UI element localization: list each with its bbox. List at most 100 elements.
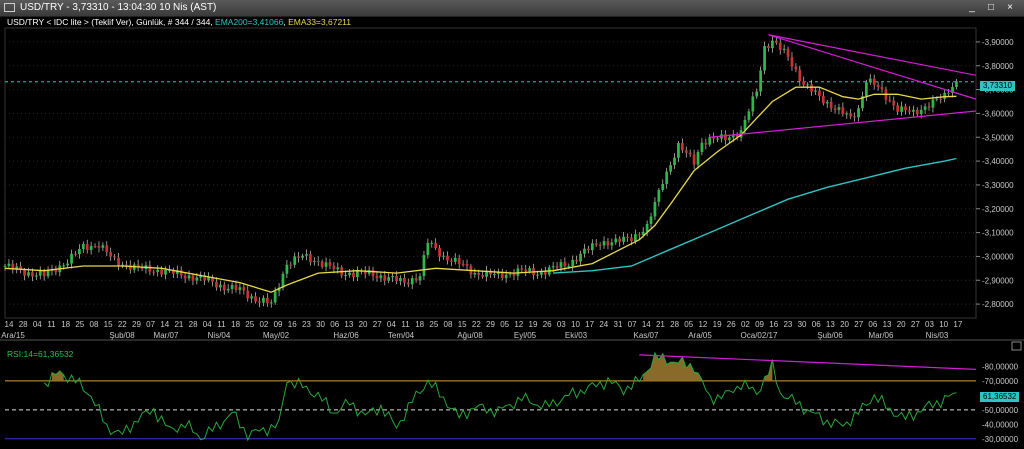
candle-body xyxy=(571,259,575,267)
chart-window: USD/TRY - 3,73310 - 13:04:30 10 Nis (AST… xyxy=(0,0,1024,449)
candle-body xyxy=(246,290,250,299)
x-day-label: 04 xyxy=(387,320,396,329)
candle-body xyxy=(473,273,477,275)
candle-body xyxy=(755,91,759,97)
candle-body xyxy=(152,271,156,273)
rsi-pane-toggle-icon[interactable] xyxy=(1011,341,1022,351)
candle-body xyxy=(262,297,265,303)
x-day-label: 08 xyxy=(444,320,453,329)
x-month-label: May/02 xyxy=(263,331,290,340)
rsi-tick-label: -80,00000 xyxy=(982,362,1019,371)
candle-body xyxy=(222,284,226,291)
candle-body xyxy=(841,107,845,115)
candle-body xyxy=(657,189,661,202)
rsi-tick-label: -40,00000 xyxy=(982,420,1019,429)
candle-body xyxy=(911,109,915,112)
x-day-label: 03 xyxy=(925,320,934,329)
candle-body xyxy=(943,92,947,99)
x-day-label: 04 xyxy=(33,320,42,329)
candle-body xyxy=(618,238,622,242)
candle-body xyxy=(692,154,696,165)
candle-body xyxy=(352,272,355,277)
candle-body xyxy=(7,263,11,266)
candle-body xyxy=(89,245,93,250)
candle-body xyxy=(70,253,73,264)
x-day-label: 16 xyxy=(769,320,778,329)
candle-body xyxy=(563,262,567,267)
y-tick-label: -3,60000 xyxy=(982,109,1014,118)
candle-body xyxy=(97,246,101,248)
x-day-label: 25 xyxy=(429,320,438,329)
x-day-label: 17 xyxy=(953,320,962,329)
candle-body xyxy=(258,301,261,303)
candle-body xyxy=(62,265,66,267)
candle-body xyxy=(814,90,817,92)
candle-body xyxy=(872,78,876,85)
rsi-tick-label: -70,00000 xyxy=(982,377,1019,386)
x-day-label: 15 xyxy=(458,320,467,329)
candle-body xyxy=(888,99,892,101)
candle-body xyxy=(528,268,532,272)
candle-body xyxy=(786,48,790,57)
candle-body xyxy=(434,242,438,249)
x-day-label: 02 xyxy=(741,320,750,329)
x-day-label: 27 xyxy=(911,320,920,329)
candle-body xyxy=(442,255,445,257)
candle-body xyxy=(587,248,590,251)
candle-body xyxy=(430,242,434,244)
candle-body xyxy=(234,284,238,290)
candle-body xyxy=(348,272,351,275)
candle-body xyxy=(42,271,46,277)
candle-body xyxy=(187,275,191,279)
x-day-label: 29 xyxy=(486,320,495,329)
x-month-label: Eyl/05 xyxy=(514,331,537,340)
candle-body xyxy=(332,265,336,270)
candle-body xyxy=(418,276,422,281)
y-tick-label: -3,10000 xyxy=(982,229,1014,238)
candle-body xyxy=(293,256,297,265)
x-day-label: 22 xyxy=(472,320,481,329)
x-day-label: 17 xyxy=(585,320,594,329)
candle-body xyxy=(935,98,939,100)
candle-body xyxy=(164,269,167,275)
candle-body xyxy=(344,274,348,276)
candle-body xyxy=(829,101,833,109)
candle-body xyxy=(853,116,856,118)
x-day-label: 22 xyxy=(118,320,127,329)
candle-body xyxy=(649,216,653,224)
candle-body xyxy=(606,241,610,246)
x-month-label: Ağu/08 xyxy=(457,331,483,340)
ema33-line xyxy=(4,86,957,293)
candle-body xyxy=(896,105,900,112)
x-month-label: Ara/15 xyxy=(1,331,25,340)
candle-body xyxy=(3,265,7,267)
x-day-label: 07 xyxy=(146,320,155,329)
candle-body xyxy=(215,281,218,288)
candle-body xyxy=(626,236,629,238)
candle-body xyxy=(696,152,700,165)
candle-body xyxy=(630,237,633,242)
candle-body xyxy=(716,138,719,140)
candle-body xyxy=(583,248,586,254)
candle-body xyxy=(806,84,810,86)
x-day-label: 27 xyxy=(854,320,863,329)
candle-body xyxy=(230,284,234,289)
price-chart-canvas[interactable]: -3,90000-3,80000-3,70000-3,60000-3,50000… xyxy=(0,0,1024,449)
x-day-label: 21 xyxy=(656,320,665,329)
candle-body xyxy=(320,261,324,267)
candle-body xyxy=(559,262,563,268)
candle-body xyxy=(763,46,766,71)
x-day-label: 31 xyxy=(614,320,623,329)
candle-body xyxy=(375,275,379,279)
x-day-label: 14 xyxy=(160,320,169,329)
rsi-tick-label: -50,00000 xyxy=(982,406,1019,415)
candle-body xyxy=(34,275,38,277)
x-day-label: 07 xyxy=(628,320,637,329)
candle-body xyxy=(857,108,860,118)
candle-body xyxy=(328,262,332,266)
candle-body xyxy=(594,243,598,245)
rsi-tick-label: -30,00000 xyxy=(982,435,1019,444)
x-day-label: 05 xyxy=(500,320,509,329)
candle-body xyxy=(109,252,113,257)
candle-body xyxy=(281,273,285,288)
